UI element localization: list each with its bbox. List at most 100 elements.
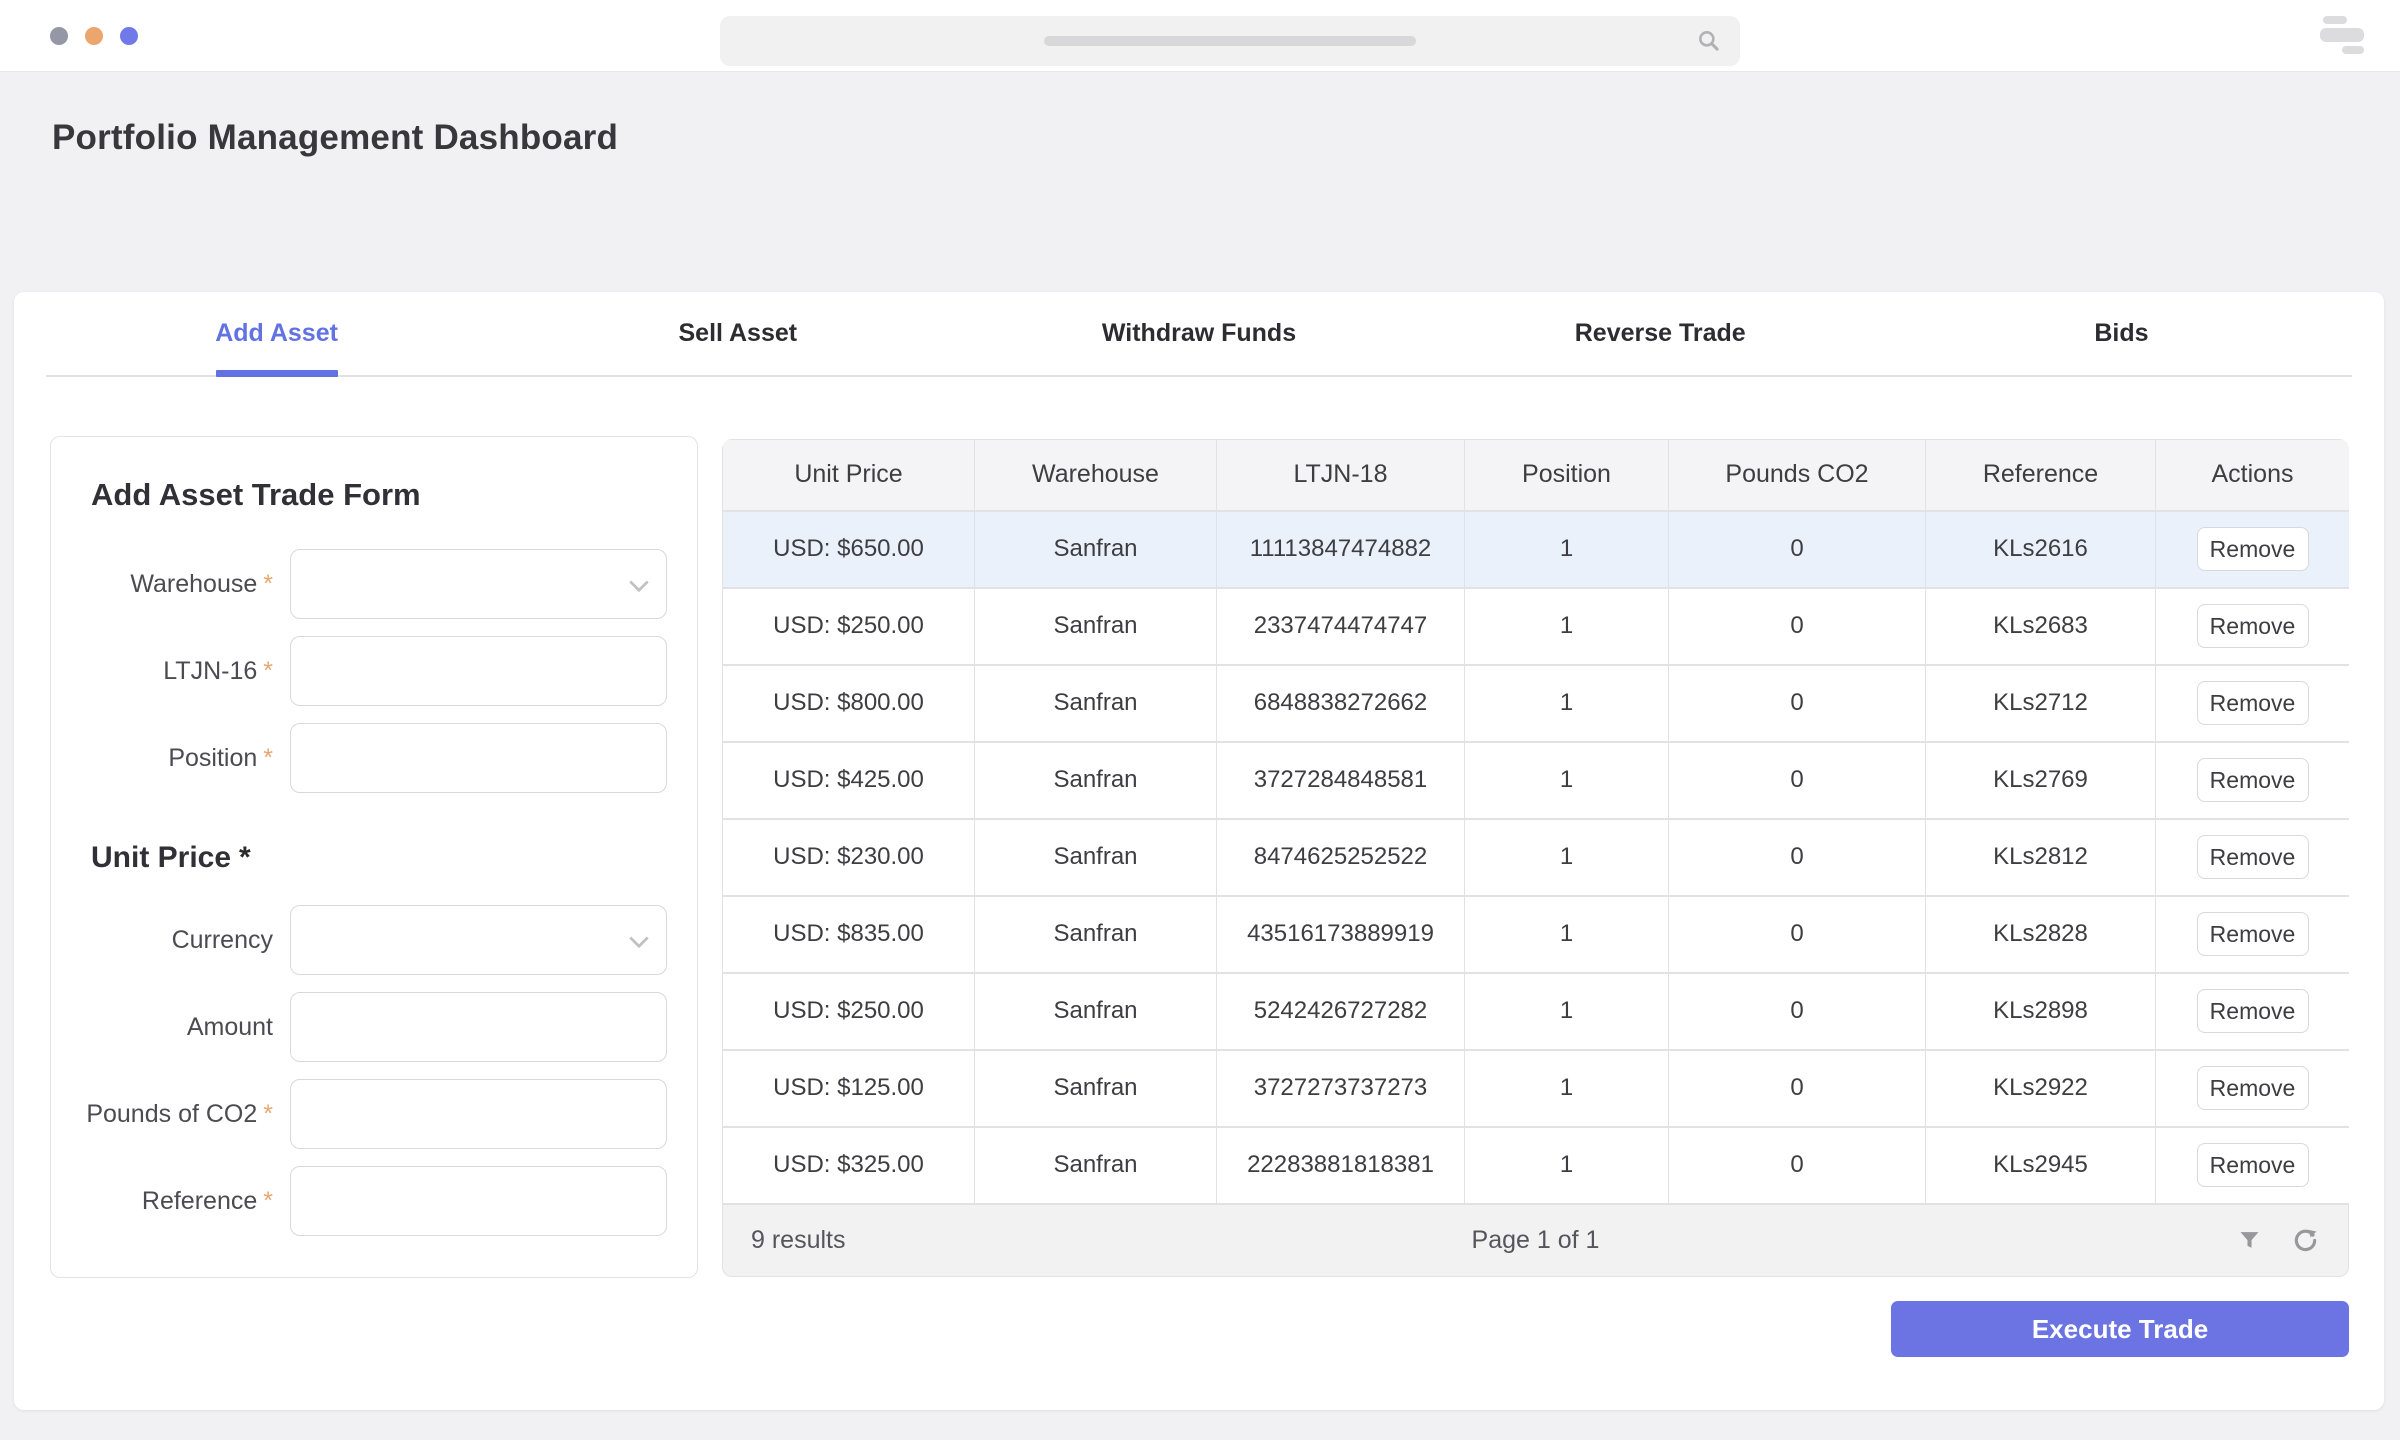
- field-control: [290, 1166, 667, 1236]
- positions-table: Unit PriceWarehouseLTJN-18PositionPounds…: [722, 439, 2349, 1205]
- select-currency[interactable]: [290, 905, 667, 975]
- cell-warehouse: Sanfran: [975, 665, 1217, 742]
- table-row: USD: $800.00Sanfran684883827266210KLs271…: [723, 665, 2350, 742]
- cell-pounds-co2: 0: [1669, 742, 1926, 819]
- window-dot-orange[interactable]: [85, 27, 103, 45]
- window-dot-blue[interactable]: [120, 27, 138, 45]
- table-row: USD: $325.00Sanfran2228388181838110KLs29…: [723, 1127, 2350, 1204]
- form-field-currency: Currency: [81, 905, 667, 975]
- cell-unit-price: USD: $230.00: [723, 819, 975, 896]
- tab-bids[interactable]: Bids: [1891, 292, 2352, 375]
- refresh-icon[interactable]: [2291, 1226, 2320, 1255]
- cell-ltjn-18: 11113847474882: [1217, 511, 1465, 588]
- field-control: [290, 905, 667, 975]
- cell-pounds-co2: 0: [1669, 1127, 1926, 1204]
- field-control: [290, 636, 667, 706]
- cell-pounds-co2: 0: [1669, 819, 1926, 896]
- form-field-reference: Reference*: [81, 1166, 667, 1236]
- table-row: USD: $650.00Sanfran1111384747488210KLs26…: [723, 511, 2350, 588]
- field-label: Amount: [81, 1012, 273, 1042]
- field-label-text: Warehouse: [130, 570, 257, 598]
- unit-price-section-title: Unit Price*: [91, 841, 667, 875]
- cell-position: 1: [1465, 588, 1669, 665]
- cell-ltjn-18: 43516173889919: [1217, 896, 1465, 973]
- input-ltjn-16[interactable]: [290, 636, 667, 706]
- browser-menu-icon[interactable]: [2320, 14, 2366, 56]
- input-amount[interactable]: [290, 992, 667, 1062]
- column-header-warehouse: Warehouse: [975, 440, 1217, 511]
- table-body: USD: $650.00Sanfran1111384747488210KLs26…: [723, 511, 2350, 1204]
- column-header-ltjn-18: LTJN-18: [1217, 440, 1465, 511]
- filter-icon[interactable]: [2236, 1227, 2263, 1254]
- remove-button[interactable]: Remove: [2197, 835, 2309, 879]
- tab-sell-asset[interactable]: Sell Asset: [507, 292, 968, 375]
- tab-add-asset[interactable]: Add Asset: [46, 292, 507, 375]
- tab-bar: Add Asset Sell Asset Withdraw Funds Reverse…: [46, 292, 2352, 377]
- cell-unit-price: USD: $800.00: [723, 665, 975, 742]
- cell-actions: Remove: [2156, 588, 2350, 665]
- required-asterisk: *: [239, 841, 251, 874]
- cell-reference: KLs2828: [1926, 896, 2156, 973]
- cell-actions: Remove: [2156, 1050, 2350, 1127]
- cell-ltjn-18: 5242426727282: [1217, 973, 1465, 1050]
- cell-reference: KLs2616: [1926, 511, 2156, 588]
- cell-actions: Remove: [2156, 973, 2350, 1050]
- remove-button[interactable]: Remove: [2197, 1066, 2309, 1110]
- cell-ltjn-18: 3727273737273: [1217, 1050, 1465, 1127]
- form-fields-main: Warehouse*LTJN-16*Position*: [81, 549, 667, 793]
- table-header-row: Unit PriceWarehouseLTJN-18PositionPounds…: [723, 440, 2350, 511]
- table-row: USD: $230.00Sanfran847462525252210KLs281…: [723, 819, 2350, 896]
- execute-trade-button[interactable]: Execute Trade: [1891, 1301, 2349, 1357]
- remove-button[interactable]: Remove: [2197, 1143, 2309, 1187]
- window-titlebar: [0, 0, 2400, 72]
- cell-ltjn-18: 2337474474747: [1217, 588, 1465, 665]
- cell-pounds-co2: 0: [1669, 973, 1926, 1050]
- field-control: [290, 549, 667, 619]
- cell-unit-price: USD: $325.00: [723, 1127, 975, 1204]
- cell-actions: Remove: [2156, 511, 2350, 588]
- cell-position: 1: [1465, 511, 1669, 588]
- input-pounds-of-co2[interactable]: [290, 1079, 667, 1149]
- remove-button[interactable]: Remove: [2197, 681, 2309, 725]
- cell-position: 1: [1465, 896, 1669, 973]
- remove-button[interactable]: Remove: [2197, 758, 2309, 802]
- input-reference[interactable]: [290, 1166, 667, 1236]
- field-label-text: Pounds of CO2: [86, 1100, 257, 1128]
- remove-button[interactable]: Remove: [2197, 912, 2309, 956]
- page-title: Portfolio Management Dashboard: [52, 118, 618, 158]
- table-row: USD: $835.00Sanfran4351617388991910KLs28…: [723, 896, 2350, 973]
- tab-withdraw-funds[interactable]: Withdraw Funds: [968, 292, 1429, 375]
- select-warehouse[interactable]: [290, 549, 667, 619]
- remove-button[interactable]: Remove: [2197, 989, 2309, 1033]
- cell-unit-price: USD: $425.00: [723, 742, 975, 819]
- search-icon: [1696, 28, 1722, 54]
- field-control: [290, 992, 667, 1062]
- table-row: USD: $125.00Sanfran372727373727310KLs292…: [723, 1050, 2350, 1127]
- cell-warehouse: Sanfran: [975, 1050, 1217, 1127]
- cell-actions: Remove: [2156, 742, 2350, 819]
- tab-label: Sell Asset: [679, 319, 798, 348]
- cell-ltjn-18: 22283881818381: [1217, 1127, 1465, 1204]
- cell-actions: Remove: [2156, 1127, 2350, 1204]
- column-header-position: Position: [1465, 440, 1669, 511]
- cell-reference: KLs2712: [1926, 665, 2156, 742]
- window-dot-gray[interactable]: [50, 27, 68, 45]
- field-label: Currency: [81, 925, 273, 955]
- field-control: [290, 723, 667, 793]
- required-asterisk: *: [263, 657, 273, 685]
- cell-reference: KLs2683: [1926, 588, 2156, 665]
- chevron-down-icon: [631, 928, 647, 944]
- required-asterisk: *: [263, 1187, 273, 1215]
- address-search-bar[interactable]: [720, 16, 1740, 66]
- results-count: 9 results: [751, 1226, 845, 1255]
- chevron-down-icon: [631, 572, 647, 588]
- field-label: LTJN-16*: [81, 656, 273, 686]
- remove-button[interactable]: Remove: [2197, 604, 2309, 648]
- tab-label: Reverse Trade: [1575, 319, 1746, 348]
- input-position[interactable]: [290, 723, 667, 793]
- cell-pounds-co2: 0: [1669, 665, 1926, 742]
- tab-reverse-trade[interactable]: Reverse Trade: [1430, 292, 1891, 375]
- remove-button[interactable]: Remove: [2197, 527, 2309, 571]
- cell-ltjn-18: 3727284848581: [1217, 742, 1465, 819]
- cell-warehouse: Sanfran: [975, 973, 1217, 1050]
